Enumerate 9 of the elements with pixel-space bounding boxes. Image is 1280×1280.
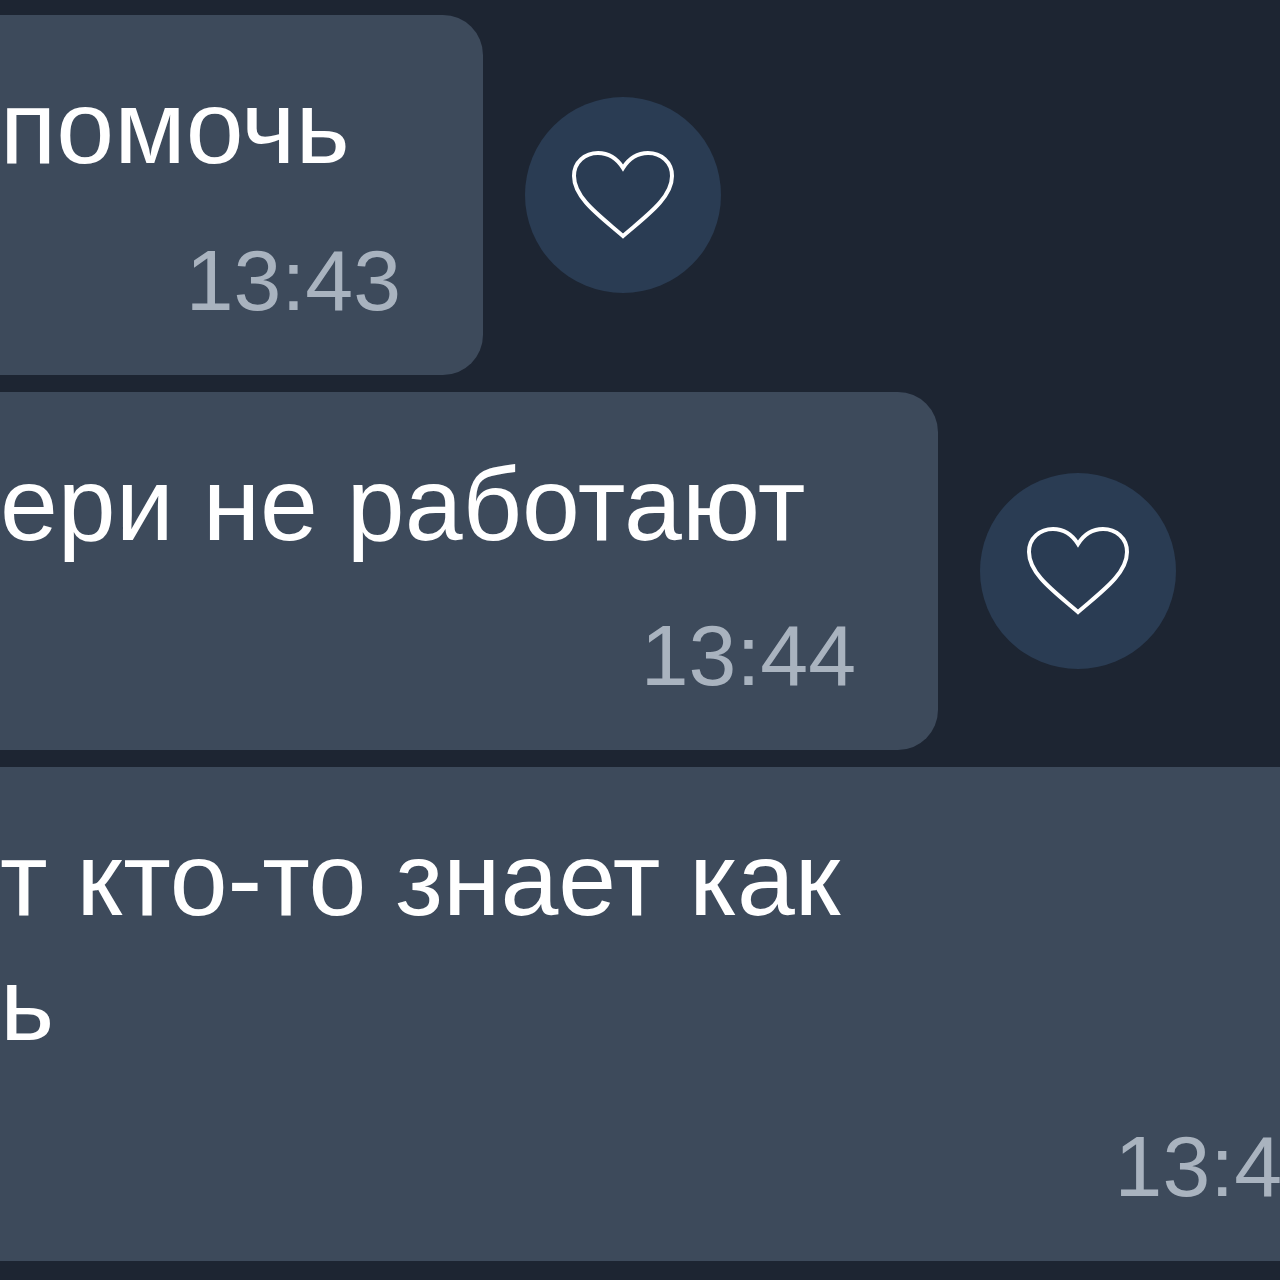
heart-icon [570,150,676,240]
heart-icon [1025,526,1131,616]
message-time: 13:43 [185,235,401,325]
message-text: ери не работают [0,445,807,564]
message-text: ь [0,945,56,1064]
message-text: помочь [0,68,351,187]
message-time: 13:44 [640,610,856,700]
message-text: т кто-то знает как [0,820,842,939]
message-time: 13:4 [1114,1121,1280,1211]
